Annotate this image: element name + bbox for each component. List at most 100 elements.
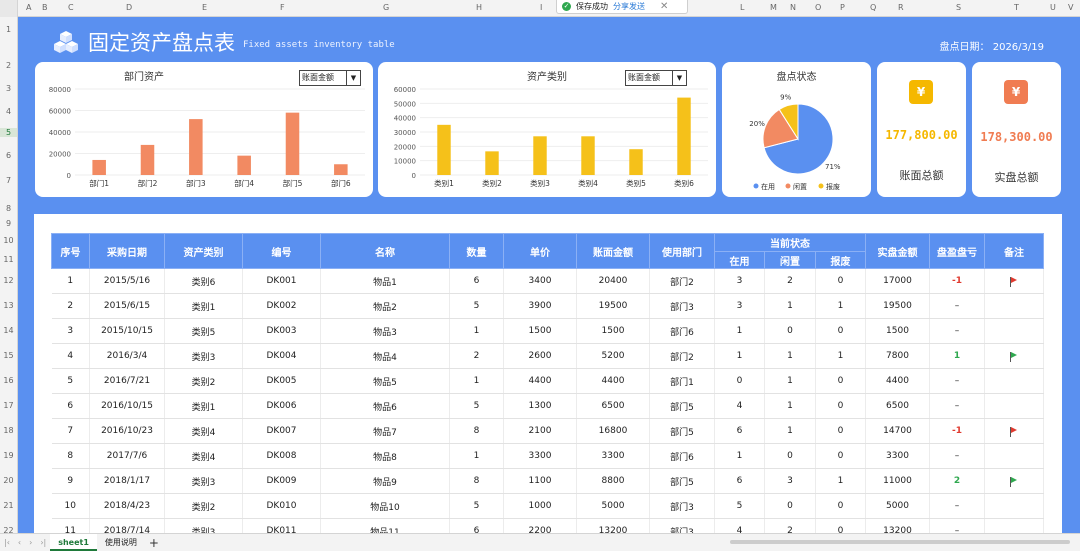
close-icon[interactable]: ✕ [660,1,668,12]
table-cell[interactable]: DK005 [242,368,321,394]
table-cell[interactable]: 2018/1/17 [89,468,165,494]
table-cell[interactable]: 2600 [503,343,577,369]
share-send-link[interactable]: 分享发送 [613,1,645,12]
col-category[interactable]: 资产类别 [164,233,243,269]
table-cell[interactable]: 类别2 [164,493,243,519]
table-cell[interactable]: 3300 [865,443,930,469]
column-header-H[interactable]: H [476,3,482,12]
table-cell[interactable]: 类别1 [164,293,243,319]
row-header-5[interactable]: 5 [0,128,17,137]
table-cell[interactable]: 1500 [503,318,577,344]
table-cell-note[interactable] [984,393,1044,419]
table-cell[interactable]: 部门5 [649,468,715,494]
table-cell-note[interactable] [984,293,1044,319]
table-cell[interactable]: 3 [714,268,765,294]
table-cell[interactable]: 5 [714,493,765,519]
table-cell[interactable]: 类别2 [164,368,243,394]
table-cell[interactable]: 10 [51,493,90,519]
col-dept[interactable]: 使用部门 [649,233,715,269]
table-cell[interactable]: 类别1 [164,393,243,419]
table-cell[interactable]: 5 [449,393,504,419]
table-cell[interactable]: 3 [764,468,816,494]
table-cell[interactable]: 16800 [576,418,650,444]
col-idx[interactable]: 序号 [51,233,90,269]
table-cell[interactable]: 部门3 [649,293,715,319]
table-cell[interactable]: 0 [815,418,866,444]
table-cell[interactable]: – [929,443,985,469]
table-cell[interactable]: – [929,318,985,344]
table-cell[interactable]: 1 [449,443,504,469]
table-cell[interactable]: DK001 [242,268,321,294]
table-cell[interactable]: 17000 [865,268,930,294]
table-row[interactable]: 8 2017/7/6 类别4 DK008 物品8 1 3300 3300 部门6 1 0 0 3300– [51,443,1044,469]
row-header-9[interactable]: 9 [0,219,17,228]
row-header-7[interactable]: 7 [0,176,17,185]
column-header-T[interactable]: T [1014,3,1019,12]
table-cell[interactable]: 8 [51,443,90,469]
table-cell[interactable]: 0 [815,268,866,294]
table-cell[interactable]: 6 [714,418,765,444]
table-cell[interactable]: – [929,368,985,394]
table-cell[interactable]: – [929,393,985,419]
table-cell[interactable]: 2 [764,268,816,294]
table-cell[interactable]: DK008 [242,443,321,469]
column-header-D[interactable]: D [126,3,132,12]
table-cell[interactable]: 1 [714,318,765,344]
col-note[interactable]: 备注 [984,233,1044,269]
table-row[interactable]: 4 2016/3/4 类别3 DK004 物品4 2 2600 5200 部门2 1 1 1 7800 1 [51,343,1044,369]
table-cell-note[interactable] [984,443,1044,469]
table-cell[interactable]: 2016/10/15 [89,393,165,419]
table-cell[interactable]: 6 [51,393,90,419]
row-header-21[interactable]: 21 [0,501,17,510]
table-cell[interactable]: 物品7 [320,418,450,444]
row-header-11[interactable]: 11 [0,255,17,264]
table-cell[interactable]: 1 [764,393,816,419]
table-cell[interactable]: DK007 [242,418,321,444]
table-cell[interactable]: 2016/3/4 [89,343,165,369]
table-cell[interactable]: 5000 [865,493,930,519]
table-cell[interactable]: 部门2 [649,343,715,369]
table-cell[interactable]: 类别4 [164,443,243,469]
table-cell[interactable]: 1300 [503,393,577,419]
table-cell[interactable]: 3400 [503,268,577,294]
first-sheet-icon[interactable]: |‹ [0,538,14,547]
table-cell[interactable]: 0 [764,443,816,469]
table-cell[interactable]: 6500 [576,393,650,419]
table-cell[interactable]: 类别3 [164,343,243,369]
table-cell[interactable]: DK010 [242,493,321,519]
table-cell[interactable]: 11000 [865,468,930,494]
table-cell[interactable]: 物品6 [320,393,450,419]
table-cell[interactable]: 5 [449,493,504,519]
table-cell[interactable]: DK009 [242,468,321,494]
table-cell[interactable]: 2015/10/15 [89,318,165,344]
table-cell[interactable]: DK006 [242,393,321,419]
table-cell[interactable]: 0 [815,318,866,344]
table-cell[interactable]: 0 [764,493,816,519]
table-row[interactable]: 7 2016/10/23 类别4 DK007 物品7 8 2100 16800 部门5 6 1 0 14… [51,418,1044,444]
table-cell[interactable]: 部门6 [649,318,715,344]
column-header-U[interactable]: U [1050,3,1056,12]
table-cell[interactable]: 4400 [865,368,930,394]
column-header-R[interactable]: R [898,3,904,12]
table-cell[interactable]: 6500 [865,393,930,419]
col-qty[interactable]: 数量 [449,233,504,269]
table-cell[interactable]: 物品3 [320,318,450,344]
table-cell[interactable]: 8 [449,418,504,444]
table-cell[interactable]: 1100 [503,468,577,494]
table-cell[interactable]: 4400 [576,368,650,394]
table-cell-note[interactable] [984,468,1044,494]
select-all-corner[interactable] [0,0,18,17]
column-header-B[interactable]: B [42,3,48,12]
table-cell[interactable]: 1 [449,368,504,394]
table-cell[interactable]: DK004 [242,343,321,369]
table-row[interactable]: 10 2018/4/23 类别2 DK010 物品10 5 1000 5000 部门3 5 0 0 50… [51,493,1044,519]
table-cell-note[interactable] [984,268,1044,294]
table-cell[interactable]: 19500 [576,293,650,319]
table-cell[interactable]: 2015/5/16 [89,268,165,294]
row-header-17[interactable]: 17 [0,401,17,410]
table-cell[interactable]: – [929,293,985,319]
table-cell[interactable]: 物品2 [320,293,450,319]
row-header-1[interactable]: 1 [0,25,17,34]
table-cell-note[interactable] [984,368,1044,394]
row-header-19[interactable]: 19 [0,451,17,460]
